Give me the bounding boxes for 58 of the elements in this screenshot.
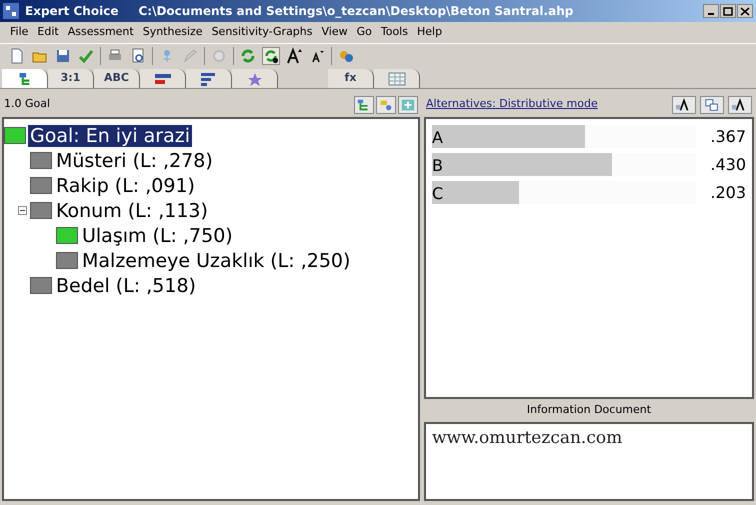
tab[interactable] xyxy=(374,69,420,88)
priority-value: .367 xyxy=(709,126,746,148)
menu-item[interactable]: Tools xyxy=(380,24,408,41)
menu-item[interactable]: Go xyxy=(356,24,372,41)
alternative-name: B xyxy=(432,155,443,177)
tree-node[interactable]: Konum (L: ,113) xyxy=(54,200,210,222)
tab[interactable] xyxy=(140,69,186,88)
priority-value: .203 xyxy=(709,182,746,204)
alternative-name: A xyxy=(432,127,443,149)
tab[interactable]: 3:1 xyxy=(48,69,94,88)
tree-icon xyxy=(18,72,30,84)
tree-node[interactable]: Goal: En iyi arazi xyxy=(28,124,192,146)
font-icon[interactable] xyxy=(672,96,696,114)
alternative-name: C xyxy=(432,183,444,205)
node-path: 1.0 Goal xyxy=(4,96,50,112)
menu-item[interactable]: Sensitivity-Graphs xyxy=(212,24,312,41)
star-icon xyxy=(246,72,264,86)
tree-node[interactable]: Rakip (L: ,091) xyxy=(54,174,197,196)
save-icon[interactable] xyxy=(54,47,72,65)
app-name: Expert Choice xyxy=(25,3,118,20)
menu-item[interactable]: View xyxy=(322,24,348,41)
tab[interactable] xyxy=(2,69,48,88)
minimize-icon xyxy=(708,13,714,15)
lines-icon xyxy=(200,72,218,86)
menu-item[interactable]: Assessment xyxy=(68,24,134,41)
info-label: Information Document xyxy=(526,402,652,418)
node-view-icon[interactable] xyxy=(376,96,396,114)
mode-link[interactable]: Alternatives: Distributive mode xyxy=(426,96,598,113)
maximize-button[interactable] xyxy=(720,4,736,18)
tree-node[interactable]: Bedel (L: ,518) xyxy=(54,274,198,296)
zoom-view-icon[interactable] xyxy=(398,96,418,114)
close-button[interactable] xyxy=(737,4,753,18)
priority-value: .430 xyxy=(709,154,746,176)
checkmark-icon[interactable] xyxy=(77,47,95,65)
tree-node[interactable]: Ulaşım (L: ,750) xyxy=(80,224,235,246)
font-larger-icon[interactable] xyxy=(285,47,303,65)
tab[interactable] xyxy=(186,69,232,88)
minimize-button[interactable] xyxy=(703,4,719,18)
tree-node[interactable]: Müsteri (L: ,278) xyxy=(54,150,215,172)
info-document: www.omurtezcan.com xyxy=(424,422,754,501)
file-path: C:\Documents and Settings\o_tezcan\Desktop\Beton Santral.ahp xyxy=(138,3,574,20)
refresh-dot-icon[interactable] xyxy=(262,47,280,65)
menu-item[interactable]: Edit xyxy=(37,24,59,41)
font-add-icon[interactable] xyxy=(728,96,752,114)
menu-item[interactable]: File xyxy=(10,24,28,41)
maximize-icon xyxy=(723,6,733,16)
app-icon xyxy=(3,3,19,19)
grid-icon xyxy=(388,72,406,86)
menu-item[interactable]: Synthesize xyxy=(142,24,203,41)
close-icon xyxy=(740,6,750,16)
tab[interactable]: ABC xyxy=(94,69,140,88)
tab[interactable]: fx xyxy=(328,69,374,88)
tree-view-icon[interactable] xyxy=(354,96,374,114)
collapse-toggle[interactable] xyxy=(18,206,27,215)
tree-node[interactable]: Malzemeye Uzaklık (L: ,250) xyxy=(80,250,352,272)
menu-item[interactable]: Help xyxy=(416,24,442,41)
bars-icon xyxy=(154,72,172,86)
expand-icon[interactable] xyxy=(700,96,724,114)
